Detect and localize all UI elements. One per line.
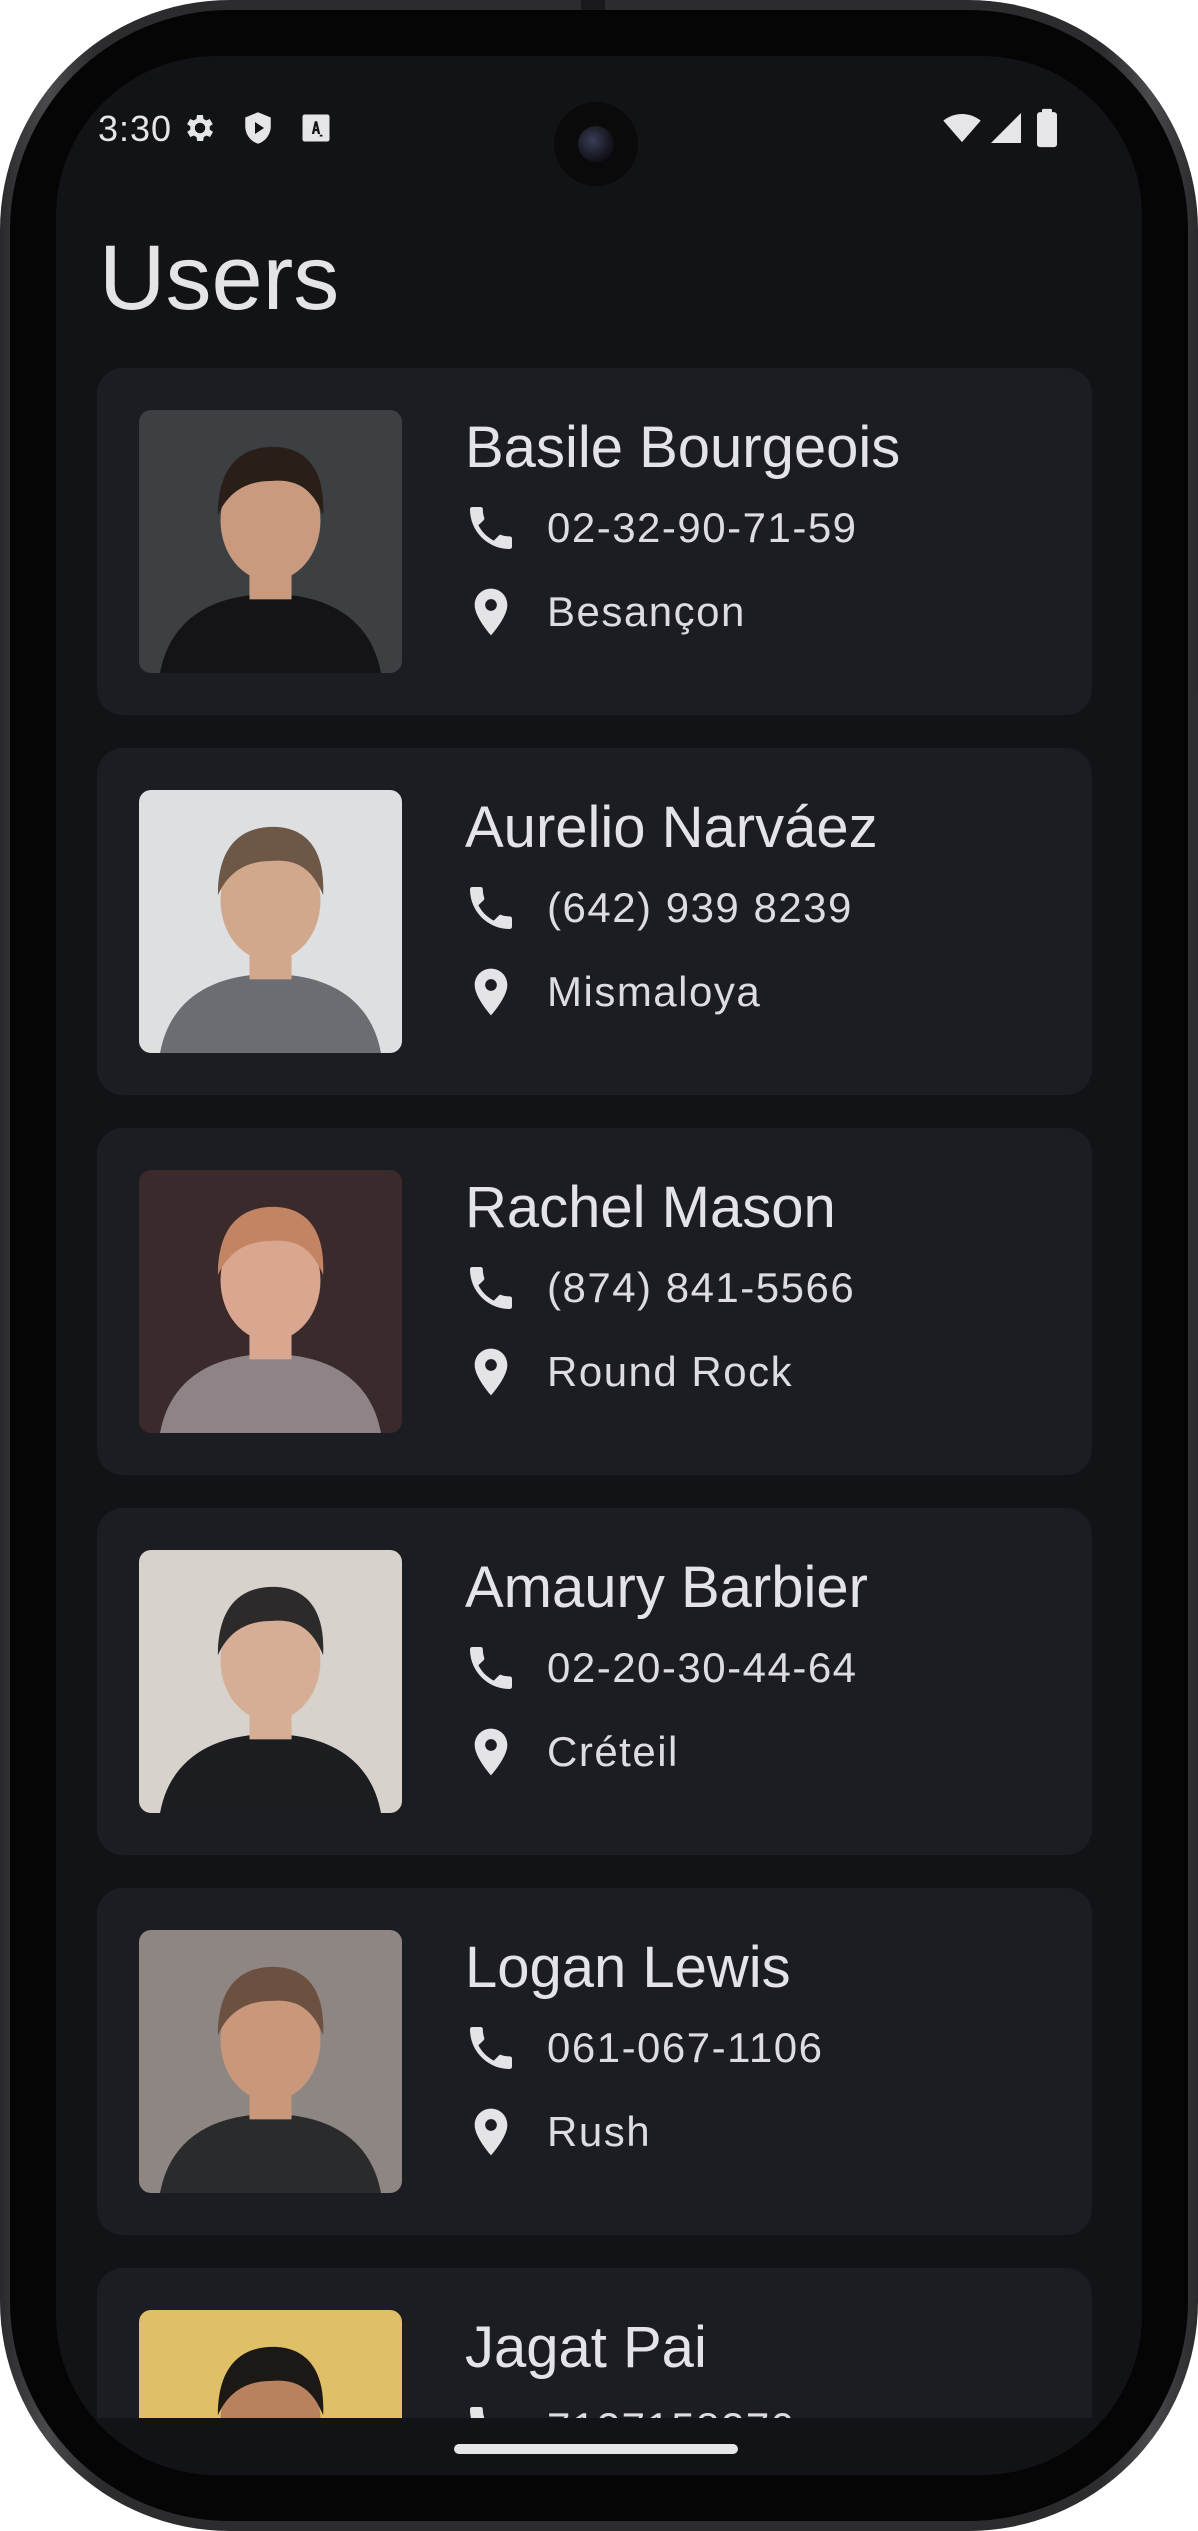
user-card[interactable]: Jagat Pai 7127158270 [97,2268,1092,2418]
location-pin-icon [474,588,508,636]
page-title: Users [99,227,340,329]
phone-number: 02-20-30-44-64 [547,1644,858,1691]
cell-signal-icon [991,113,1021,143]
user-name: Basile Bourgeois [465,415,901,480]
user-name: Jagat Pai [465,2315,707,2380]
phone-row: (874) 841-5566 [463,1260,855,1316]
gesture-navigation-bar[interactable] [454,2444,738,2454]
user-name: Logan Lewis [465,1935,791,2000]
avatar [139,410,402,673]
location-pin-icon [474,1728,508,1776]
status-bar: 3:30 [56,56,1142,196]
user-card[interactable]: Rachel Mason (874) 841-5566 Round Rock [97,1128,1092,1475]
phone-icon [470,507,512,549]
location-pin-icon [474,968,508,1016]
phone-icon [470,2027,512,2069]
phone-row: 7127158270 [463,2400,796,2418]
battery-icon [1037,108,1057,148]
phone-number: 02-32-90-71-59 [547,504,858,551]
phone-row: (642) 939 8239 [463,880,853,936]
avatar [139,1930,402,2193]
user-name: Aurelio Narváez [465,795,878,860]
location-row: Mismaloya [463,964,761,1020]
location-name: Créteil [547,1728,679,1775]
avatar [139,1170,402,1433]
user-card[interactable]: Amaury Barbier 02-20-30-44-64 Créteil [97,1508,1092,1855]
phone-row: 061-067-1106 [463,2020,823,2076]
gear-icon [187,114,214,142]
wifi-icon [943,114,981,143]
phone-number: (642) 939 8239 [547,884,853,931]
location-pin-icon [474,2108,508,2156]
phone-icon [470,1267,512,1309]
location-name: Round Rock [547,1348,794,1395]
phone-row: 02-32-90-71-59 [463,500,858,556]
location-row: Créteil [463,1724,679,1780]
avatar [139,2310,402,2418]
avatar [139,1550,402,1813]
user-name: Rachel Mason [465,1175,836,1240]
phone-number: (874) 841-5566 [547,1264,856,1311]
phone-frame: 3:30 Users Basile Bourgeois 02-32-90-71-… [0,0,1198,2531]
keyboard-a-icon [302,114,330,142]
location-row: Besançon [463,584,746,640]
location-name: Mismaloya [547,968,762,1015]
front-camera [554,102,638,186]
user-card[interactable]: Aurelio Narváez (642) 939 8239 Mismaloya [97,748,1092,1095]
avatar [139,790,402,1053]
phone-icon [470,887,512,929]
location-row: Round Rock [463,1344,793,1400]
phone-number: 7127158270 [547,2404,796,2418]
location-row: Rush [463,2104,651,2160]
play-protect-icon [245,112,271,144]
location-name: Besançon [547,588,746,635]
phone-number: 061-067-1106 [547,2024,824,2071]
user-list[interactable]: Basile Bourgeois 02-32-90-71-59 Besançon… [97,368,1092,2418]
phone-icon [470,2407,485,2418]
phone-row: 02-20-30-44-64 [463,1640,858,1696]
screen: 3:30 Users Basile Bourgeois 02-32-90-71-… [56,56,1142,2475]
user-name: Amaury Barbier [465,1555,868,1620]
user-card[interactable]: Basile Bourgeois 02-32-90-71-59 Besançon [97,368,1092,715]
user-card[interactable]: Logan Lewis 061-067-1106 Rush [97,1888,1092,2235]
status-time: 3:30 [98,108,173,149]
phone-icon [470,1647,512,1689]
location-name: Rush [547,2108,652,2155]
location-pin-icon [474,1348,508,1396]
